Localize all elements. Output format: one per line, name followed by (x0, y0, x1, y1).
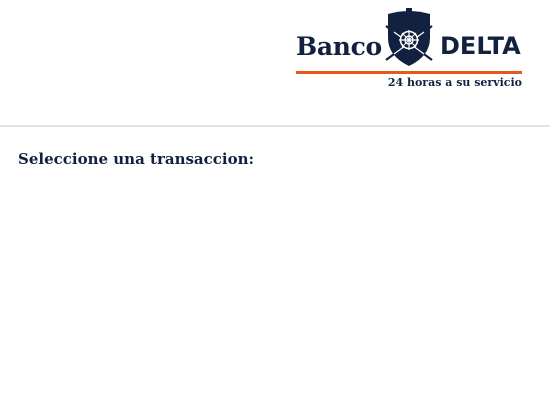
header-divider (0, 125, 550, 127)
vault-shield-icon (385, 8, 433, 66)
logo-tagline: 24 horas a su servicio (387, 76, 522, 89)
app-header: Banco DELTA 24 horas a su servicio (0, 0, 550, 125)
logo-brand-first: Banco (296, 32, 382, 61)
logo-brand-second: DELTA (440, 32, 521, 60)
logo-underline (296, 71, 522, 74)
bank-logo: Banco DELTA 24 horas a su servicio (296, 8, 524, 98)
transaction-prompt: Seleccione una transaccion: (18, 150, 255, 168)
